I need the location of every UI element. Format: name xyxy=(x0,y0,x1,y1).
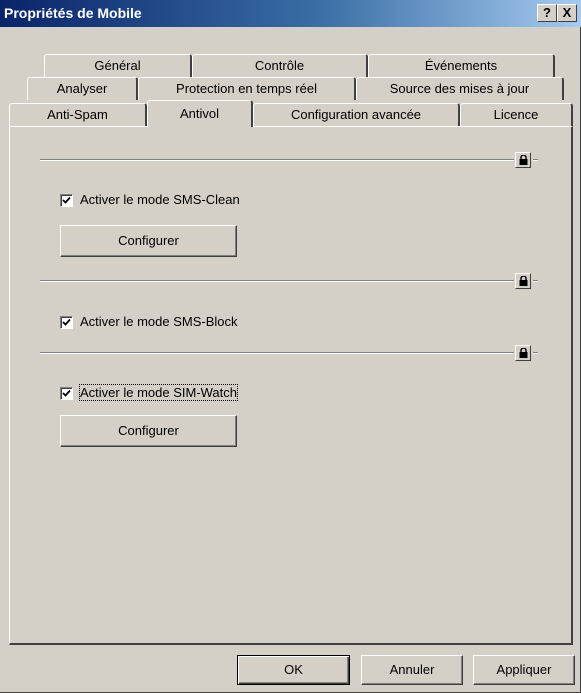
apply-button[interactable]: Appliquer xyxy=(473,655,575,685)
cancel-button[interactable]: Annuler xyxy=(361,655,463,685)
tab-controle[interactable]: Contrôle xyxy=(192,54,368,77)
tab-evenements[interactable]: Événements xyxy=(368,54,555,77)
separator-end xyxy=(533,280,538,282)
tab-licence[interactable]: Licence xyxy=(460,103,573,126)
ok-button[interactable]: OK xyxy=(237,655,350,685)
antivol-panel: Activer le mode SMS-Clean Configurer Act… xyxy=(9,126,573,645)
tab-source-mises-a-jour[interactable]: Source des mises à jour xyxy=(356,77,564,100)
configure-sim-watch-button[interactable]: Configurer xyxy=(60,415,237,447)
sms-clean-label[interactable]: Activer le mode SMS-Clean xyxy=(80,192,240,207)
configure-sms-clean-button[interactable]: Configurer xyxy=(60,225,237,257)
tab-anti-spam[interactable]: Anti-Spam xyxy=(9,103,147,126)
checkmark-icon xyxy=(62,196,71,204)
sms-block-checkbox[interactable] xyxy=(60,316,73,329)
title-bar: Propriétés de Mobile ? X xyxy=(0,0,581,27)
sms-block-label[interactable]: Activer le mode SMS-Block xyxy=(80,314,238,329)
tab-antivol[interactable]: Antivol xyxy=(147,100,253,127)
sim-watch-label[interactable]: Activer le mode SIM-Watch xyxy=(78,384,239,401)
checkmark-icon xyxy=(62,318,71,326)
tab-protection-temps-reel[interactable]: Protection en temps réel xyxy=(138,77,356,100)
window-title: Propriétés de Mobile xyxy=(4,5,142,21)
separator-line xyxy=(40,352,514,354)
padlock-icon[interactable] xyxy=(515,273,531,289)
properties-dialog: Propriétés de Mobile ? X Général Contrôl… xyxy=(0,0,581,693)
checkmark-icon xyxy=(62,389,71,397)
sim-watch-checkbox[interactable] xyxy=(60,387,73,400)
tab-configuration-avancee[interactable]: Configuration avancée xyxy=(253,103,460,126)
tab-analyser[interactable]: Analyser xyxy=(27,77,138,100)
padlock-icon[interactable] xyxy=(515,152,531,168)
sms-clean-checkbox[interactable] xyxy=(60,194,73,207)
separator-end xyxy=(533,352,538,354)
close-button[interactable]: X xyxy=(557,4,577,22)
help-button[interactable]: ? xyxy=(537,4,557,22)
padlock-icon[interactable] xyxy=(515,345,531,361)
separator-line xyxy=(40,280,514,282)
separator-line xyxy=(40,159,514,161)
separator-end xyxy=(533,159,538,161)
tab-general[interactable]: Général xyxy=(44,54,192,77)
